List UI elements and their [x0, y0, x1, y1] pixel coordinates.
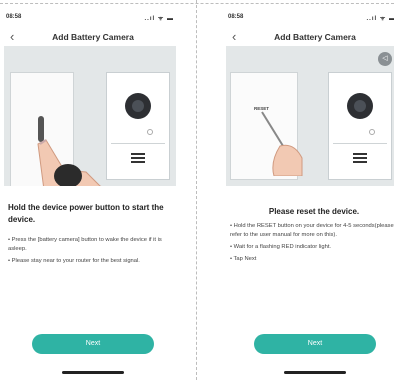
next-button[interactable]: Next [32, 334, 154, 354]
status-bar: 08:58 ..ıl ᯤ ▬ [226, 14, 394, 24]
indicator-light [369, 129, 375, 135]
illustration-reset: ◁ RESET [226, 46, 394, 186]
status-icons: ..ıl ᯤ ▬ [144, 16, 174, 22]
hand-pressing-icon [37, 139, 102, 186]
status-bar: 08:58 ..ıl ᯤ ▬ [4, 14, 182, 24]
screen-power-on: 08:58 ..ıl ᯤ ▬ ‹ Add Battery Camera Hold… [4, 0, 182, 380]
instruction-item: • Tap Next [230, 256, 257, 262]
instruction-item: • Please stay near to your router for th… [8, 258, 140, 264]
nav-bar: ‹ Add Battery Camera [4, 30, 182, 46]
instruction-heading: Please reset the device. [268, 207, 360, 216]
camera-card [328, 72, 392, 180]
instruction-list: • Hold the RESET button on your device f… [230, 222, 394, 267]
instruction-item: • Hold the RESET button on your device f… [230, 223, 394, 238]
camera-lens-icon [347, 93, 373, 119]
status-time: 08:58 [228, 14, 244, 20]
illustration-power-button [4, 46, 176, 186]
screen-reset: 08:58 ..ıl ᯤ ▬ ‹ Add Battery Camera ◁ RE… [226, 0, 394, 380]
page-title: Add Battery Camera [52, 32, 134, 42]
card-divider [111, 143, 165, 144]
instruction-item: • Wait for a flashing RED indicator ligh… [230, 244, 332, 250]
speaker-grille-icon [353, 153, 367, 163]
camera-lens-icon [125, 93, 151, 119]
status-time: 08:58 [6, 14, 22, 20]
instruction-heading: Hold the device power button to start th… [8, 203, 164, 224]
home-indicator [284, 371, 346, 374]
status-icons: ..ıl ᯤ ▬ [366, 16, 394, 22]
nav-bar: ‹ Add Battery Camera [226, 30, 394, 46]
speaker-grille-icon [131, 153, 145, 163]
camera-card [106, 72, 170, 180]
indicator-light [147, 129, 153, 135]
home-indicator [62, 371, 124, 374]
center-divider [196, 0, 197, 380]
card-divider [333, 143, 387, 144]
pin-tool-hand-icon [261, 111, 303, 176]
next-button[interactable]: Next [254, 334, 376, 354]
instruction-list: • Press the [battery camera] button to w… [8, 236, 174, 269]
instruction-item: • Press the [battery camera] button to w… [8, 237, 162, 252]
page-title: Add Battery Camera [274, 32, 356, 42]
speaker-mute-icon[interactable]: ◁ [378, 52, 392, 66]
